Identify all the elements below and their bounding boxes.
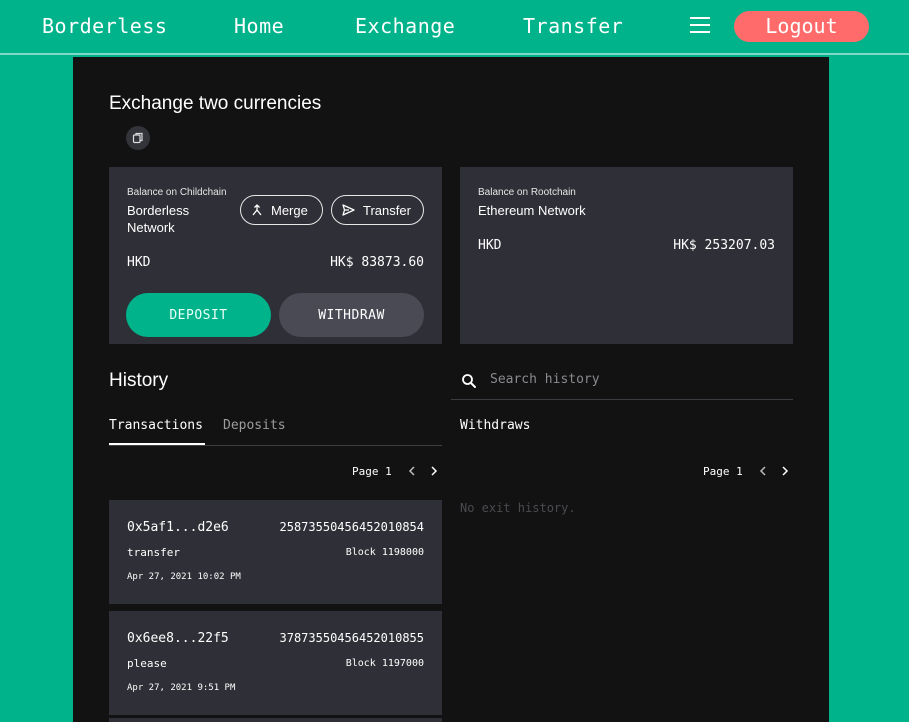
tx-date: Apr 27, 2021 9:51 PM [127, 683, 236, 693]
tx-block: Block 1197000 [345, 658, 424, 669]
history-tabs: Transactions Deposits [109, 409, 442, 446]
childchain-network-name: Borderless [127, 203, 190, 218]
top-nav-bar: Borderless Home Exchange Transfer Logout [0, 0, 909, 55]
withdraws-pagination: Page 1 [703, 464, 792, 478]
page-label: Page 1 [352, 464, 392, 478]
rootchain-amount: HK$ 253207.03 [673, 238, 775, 253]
empty-withdraws-message: No exit history. [460, 501, 576, 515]
withdraw-button[interactable]: WITHDRAW [279, 293, 424, 337]
childchain-amount: HK$ 83873.60 [330, 255, 424, 270]
transfer-label: Transfer [363, 202, 411, 218]
tab-deposits[interactable]: Deposits [223, 418, 286, 433]
withdraws-heading: Withdraws [460, 418, 531, 433]
chevron-left-icon[interactable] [405, 464, 419, 478]
brand-logo-link[interactable]: Borderless [42, 14, 167, 38]
childchain-balance-card: Balance on Childchain Borderless Network… [109, 167, 442, 344]
rootchain-balance-card: Balance on Rootchain Ethereum Network HK… [460, 167, 793, 344]
rootchain-network-name: Ethereum Network [478, 203, 586, 218]
page-title: Exchange two currencies [109, 93, 322, 114]
search-icon [462, 374, 476, 388]
main-panel: Exchange two currencies Balance on Child… [73, 57, 829, 722]
merge-button[interactable]: Merge [240, 195, 323, 225]
tx-hash: 0x5af1...d2e6 [127, 520, 229, 535]
tx-value: 25873550456452010854 [279, 520, 425, 534]
rootchain-currency: HKD [478, 238, 502, 253]
tx-type: transfer [127, 546, 180, 559]
childchain-caption: Balance on Childchain [127, 187, 227, 198]
tx-type: please [127, 657, 167, 670]
logout-button[interactable]: Logout [734, 11, 869, 42]
copy-address-button[interactable] [126, 126, 150, 150]
search-history-input[interactable]: Search history [451, 365, 793, 400]
tx-date: Apr 27, 2021 10:02 PM [127, 572, 241, 582]
chevron-right-icon[interactable] [778, 464, 792, 478]
transactions-pagination: Page 1 [352, 464, 441, 478]
deposit-button[interactable]: DEPOSIT [126, 293, 271, 337]
transfer-button[interactable]: Transfer [331, 195, 424, 225]
chevron-right-icon[interactable] [427, 464, 441, 478]
send-icon [342, 204, 355, 216]
tx-value: 37873550456452010855 [279, 631, 425, 645]
hamburger-menu-icon[interactable] [690, 17, 710, 35]
tx-block: Block 1198000 [345, 547, 424, 558]
nav-transfer-link[interactable]: Transfer [523, 14, 623, 38]
nav-home-link[interactable]: Home [234, 14, 284, 38]
copy-icon [132, 132, 143, 144]
active-tab-indicator [109, 443, 205, 445]
transaction-item[interactable]: 0x6ee8...22f5 37873550456452010855 pleas… [109, 611, 442, 715]
childchain-currency: HKD [127, 255, 151, 270]
tx-hash: 0x6ee8...22f5 [127, 631, 229, 646]
childchain-network-name-line2: Network [127, 220, 175, 235]
transaction-item[interactable]: 0x5af1...d2e6 25873550456452010854 trans… [109, 500, 442, 604]
rootchain-caption: Balance on Rootchain [478, 187, 576, 198]
chevron-left-icon[interactable] [756, 464, 770, 478]
search-placeholder: Search history [490, 372, 600, 387]
merge-icon [252, 204, 262, 216]
tab-transactions[interactable]: Transactions [109, 418, 203, 433]
transaction-item-partial[interactable] [109, 718, 442, 722]
merge-label: Merge [271, 202, 308, 218]
history-title: History [109, 370, 169, 391]
nav-exchange-link[interactable]: Exchange [355, 14, 455, 38]
page-label: Page 1 [703, 464, 743, 478]
